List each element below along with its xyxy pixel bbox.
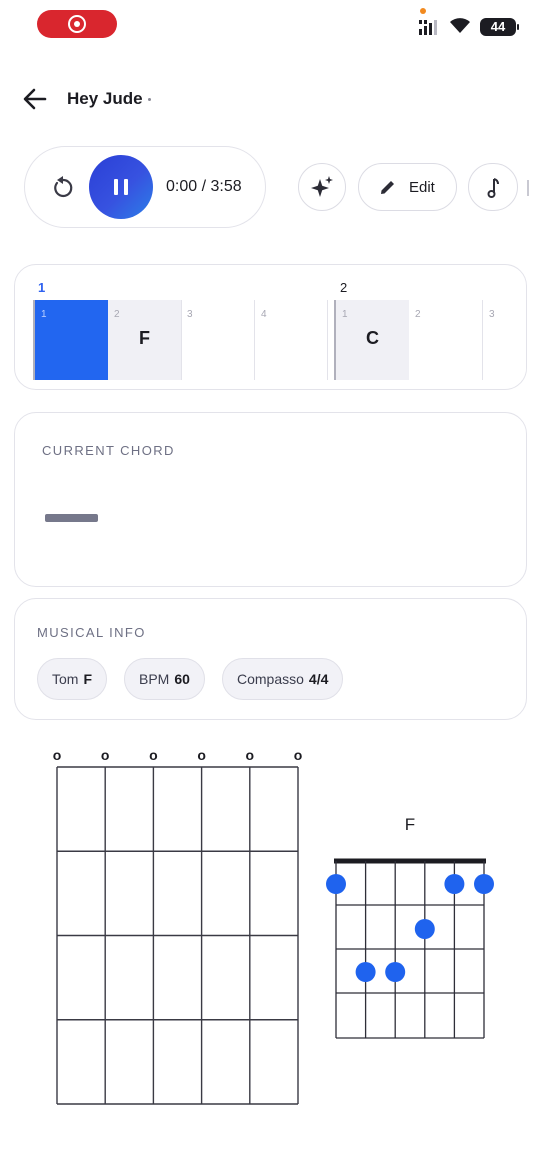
music-note-button[interactable] xyxy=(468,163,518,211)
finger-dot xyxy=(444,874,465,894)
key-chip[interactable]: Tom F xyxy=(37,658,108,700)
measure-bar-line xyxy=(334,300,336,380)
beat-cell[interactable]: 3 xyxy=(181,300,254,380)
record-icon xyxy=(68,15,86,33)
wifi-icon xyxy=(450,18,470,33)
open-string-marker: o xyxy=(246,747,255,763)
beat-number: 3 xyxy=(489,309,495,320)
beat-cell[interactable]: 1C xyxy=(336,300,409,380)
replay-icon[interactable] xyxy=(50,175,76,201)
beat-separator xyxy=(254,300,255,380)
current-chord-label: CURRENT CHORD xyxy=(42,443,175,458)
playback-time: 0:00 / 3:58 xyxy=(166,178,242,195)
pencil-icon xyxy=(381,181,394,194)
beat-cell[interactable]: 2F xyxy=(108,300,181,380)
beat-separator xyxy=(327,300,328,380)
arrow-left-icon[interactable] xyxy=(20,84,50,114)
finger-dot xyxy=(385,962,406,982)
current-chord-placeholder xyxy=(45,514,98,522)
title-separator-dot xyxy=(148,98,151,101)
beat-number: 3 xyxy=(187,309,193,320)
beat-number: 2 xyxy=(114,309,120,320)
measure-number: 1 xyxy=(38,280,46,295)
signal-icon xyxy=(419,20,437,35)
measure-number: 2 xyxy=(340,280,348,295)
bpm-chip[interactable]: BPM 60 xyxy=(124,658,205,700)
chip-key: Tom xyxy=(52,671,79,687)
beat-cell[interactable]: 3 xyxy=(483,300,526,380)
chord-diagram-f: F xyxy=(326,815,494,1039)
measure-bar-line xyxy=(33,300,35,380)
battery-icon: 44 xyxy=(480,18,519,36)
open-string-marker: o xyxy=(101,747,110,763)
beat-cell[interactable]: 1 xyxy=(35,300,108,380)
musical-info-label: MUSICAL INFO xyxy=(37,625,146,640)
beat-cell[interactable]: 4 xyxy=(255,300,328,380)
open-string-marker: o xyxy=(149,747,158,763)
privacy-dot xyxy=(420,8,426,14)
finger-dot xyxy=(326,874,346,894)
chip-key: Compasso xyxy=(237,671,304,687)
open-string-marker: o xyxy=(53,747,62,763)
beat-separator xyxy=(482,300,483,380)
beat-number: 1 xyxy=(342,309,348,320)
chip-key: BPM xyxy=(139,671,170,687)
musical-info-card: MUSICAL INFO Tom F BPM 60 Compasso 4/4 xyxy=(14,598,527,720)
beat-chord: F xyxy=(139,328,150,348)
finger-dot xyxy=(414,919,435,939)
beat-cell[interactable]: 2 xyxy=(409,300,482,380)
sparkle-icon xyxy=(311,176,333,197)
edit-button[interactable]: Edit xyxy=(358,163,457,211)
fretboard-diagram[interactable]: oooooo xyxy=(44,742,314,1112)
chip-value: 4/4 xyxy=(308,671,329,687)
beat-separator xyxy=(181,300,182,380)
beat-number: 2 xyxy=(415,309,421,320)
beat-chord: C xyxy=(366,328,379,348)
song-title: Hey Jude xyxy=(67,89,143,108)
finger-dot xyxy=(355,962,376,982)
chord-name: F xyxy=(405,815,415,834)
music-note-icon xyxy=(487,178,499,198)
beat-number: 4 xyxy=(261,309,267,320)
screen-record-indicator[interactable] xyxy=(37,10,117,38)
open-string-marker: o xyxy=(294,747,303,763)
open-string-marker: o xyxy=(197,747,206,763)
beat-number: 1 xyxy=(41,309,47,320)
ai-sparkle-button[interactable] xyxy=(298,163,346,211)
edit-label: Edit xyxy=(409,179,435,196)
finger-dot xyxy=(474,874,494,894)
current-chord-card: CURRENT CHORD xyxy=(14,412,527,587)
scroll-edge-indicator xyxy=(527,180,529,196)
measure-strip[interactable]: 1 2 1 2F 3 4 1C 2 3 xyxy=(14,264,527,390)
chip-value: F xyxy=(83,671,93,687)
chip-value: 60 xyxy=(174,671,190,687)
battery-level: 44 xyxy=(490,19,506,34)
pause-button[interactable] xyxy=(89,155,153,219)
time-signature-chip[interactable]: Compasso 4/4 xyxy=(222,658,344,700)
